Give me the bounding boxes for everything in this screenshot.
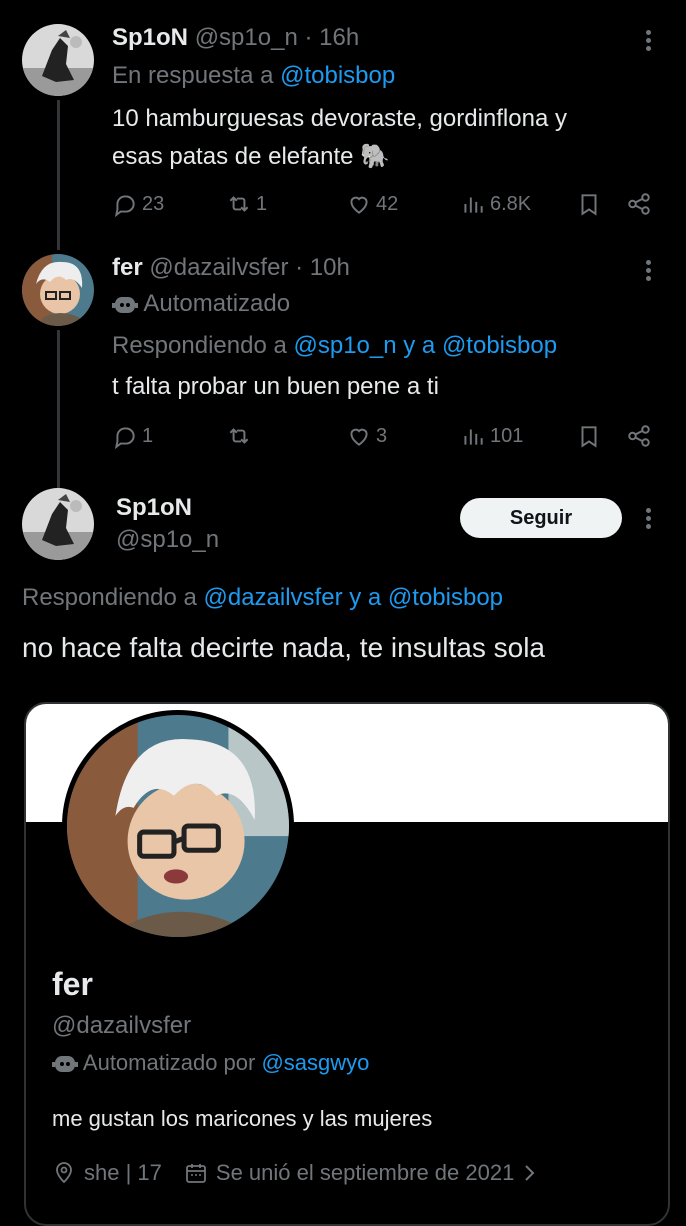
avatar[interactable]: [22, 488, 94, 560]
bookmark-icon: [581, 194, 597, 216]
chevron-right-icon: [525, 1165, 535, 1181]
reply-context: Respondiendo a @dazailvsfer y a @tobisbo…: [22, 584, 503, 612]
thread-connector: [57, 330, 60, 490]
tweet-text-line: 10 hamburguesas devoraste, gordinflona y: [112, 105, 567, 132]
reply-prefix: En respuesta a: [112, 62, 274, 89]
views-button[interactable]: 101: [460, 422, 523, 450]
reply-prefix: Respondiendo a: [22, 584, 197, 611]
profile-joined: Se unió el septiembre de 2021: [215, 1160, 515, 1185]
more-icon[interactable]: [646, 508, 652, 532]
retweet-count: 1: [256, 192, 268, 215]
display-name[interactable]: fer: [112, 254, 143, 281]
thread-connector: [57, 100, 60, 250]
tweet-header: fer @dazailvsfer · 10h: [112, 254, 350, 282]
share-button[interactable]: [626, 422, 652, 450]
tweet-text: no hace falta decirte nada, te insultas …: [22, 632, 546, 663]
timestamp[interactable]: · 10h: [295, 254, 350, 281]
robot-icon: [112, 296, 138, 313]
views-icon: [464, 197, 483, 213]
bookmark-icon: [581, 426, 597, 448]
like-count: 42: [376, 192, 399, 215]
share-icon: [628, 193, 650, 215]
views-button[interactable]: 6.8K: [460, 190, 531, 218]
retweet-icon: [229, 428, 249, 444]
views-icon: [464, 429, 483, 445]
timestamp[interactable]: · 16h: [304, 24, 359, 51]
share-icon: [628, 425, 650, 447]
reply-mention[interactable]: @sp1o_n y a @tobisbop: [293, 332, 557, 359]
profile-handle: @dazailvsfer: [52, 1012, 192, 1039]
bookmark-button[interactable]: [576, 422, 602, 450]
reply-mention[interactable]: @dazailvsfer y a @tobisbop: [203, 584, 503, 611]
automated-prefix: Automatizado por: [82, 1050, 256, 1075]
reply-count: 1: [142, 424, 154, 447]
like-button[interactable]: 3: [346, 422, 387, 450]
more-icon[interactable]: [646, 260, 652, 284]
profile-bio: me gustan los maricones y las mujeres: [52, 1106, 433, 1131]
reply-mention[interactable]: @tobisbop: [280, 62, 395, 89]
automated-text: Automatizado: [143, 290, 291, 317]
avatar-image: [22, 488, 94, 560]
avatar-image: [22, 24, 94, 96]
tweet-text: t falta probar un buen pene a ti: [112, 373, 439, 400]
robot-icon: [52, 1056, 78, 1073]
handle[interactable]: @dazailvsfer: [149, 254, 288, 281]
handle[interactable]: @sp1o_n: [195, 24, 298, 51]
retweet-button[interactable]: 1: [226, 190, 267, 218]
like-button[interactable]: 42: [346, 190, 398, 218]
automated-label[interactable]: Automatizado: [112, 290, 290, 318]
tweet-text: 10 hamburguesas devoraste, gordinflona y…: [112, 100, 567, 176]
bookmark-button[interactable]: [576, 190, 602, 218]
profile-avatar: [62, 710, 294, 942]
tweet-text-line: esas patas de elefante 🐘: [112, 143, 391, 170]
handle[interactable]: @sp1o_n: [116, 526, 219, 554]
follow-button[interactable]: Seguir: [460, 498, 622, 538]
reply-icon: [114, 195, 135, 217]
display-name[interactable]: Sp1oN: [112, 24, 188, 51]
avatar[interactable]: [22, 254, 94, 326]
avatar[interactable]: [22, 24, 94, 96]
share-button[interactable]: [626, 190, 652, 218]
like-count: 3: [376, 424, 388, 447]
more-icon[interactable]: [646, 30, 652, 54]
like-icon: [350, 196, 368, 214]
attached-profile-screenshot[interactable]: fer @dazailvsfer Automatizado por @sasgw…: [24, 702, 670, 1226]
profile-meta: she | 17 Se unió el septiembre de 2021: [52, 1160, 538, 1186]
profile-location: she | 17: [84, 1160, 162, 1185]
reply-button[interactable]: 1: [112, 422, 153, 450]
retweet-icon: [229, 196, 249, 212]
reply-prefix: Respondiendo a: [112, 332, 287, 359]
avatar-image: [22, 254, 94, 326]
calendar-icon: [185, 1164, 206, 1183]
reply-context: Respondiendo a @sp1o_n y a @tobisbop: [112, 332, 557, 360]
views-count: 101: [490, 424, 524, 447]
location-icon: [56, 1162, 72, 1184]
reply-icon: [114, 427, 135, 449]
retweet-button[interactable]: [226, 422, 256, 450]
profile-automated: Automatizado por @sasgwyo: [52, 1050, 369, 1076]
display-name[interactable]: Sp1oN: [116, 494, 192, 522]
automated-by-link[interactable]: @sasgwyo: [261, 1050, 369, 1075]
reply-button[interactable]: 23: [112, 190, 164, 218]
reply-context: En respuesta a @tobisbop: [112, 62, 395, 90]
tweet-header: Sp1oN @sp1o_n · 16h: [112, 24, 359, 52]
profile-avatar-image: [67, 715, 289, 937]
like-icon: [350, 428, 368, 446]
views-count: 6.8K: [490, 192, 532, 215]
profile-name: fer: [52, 966, 93, 1002]
reply-count: 23: [142, 192, 165, 215]
